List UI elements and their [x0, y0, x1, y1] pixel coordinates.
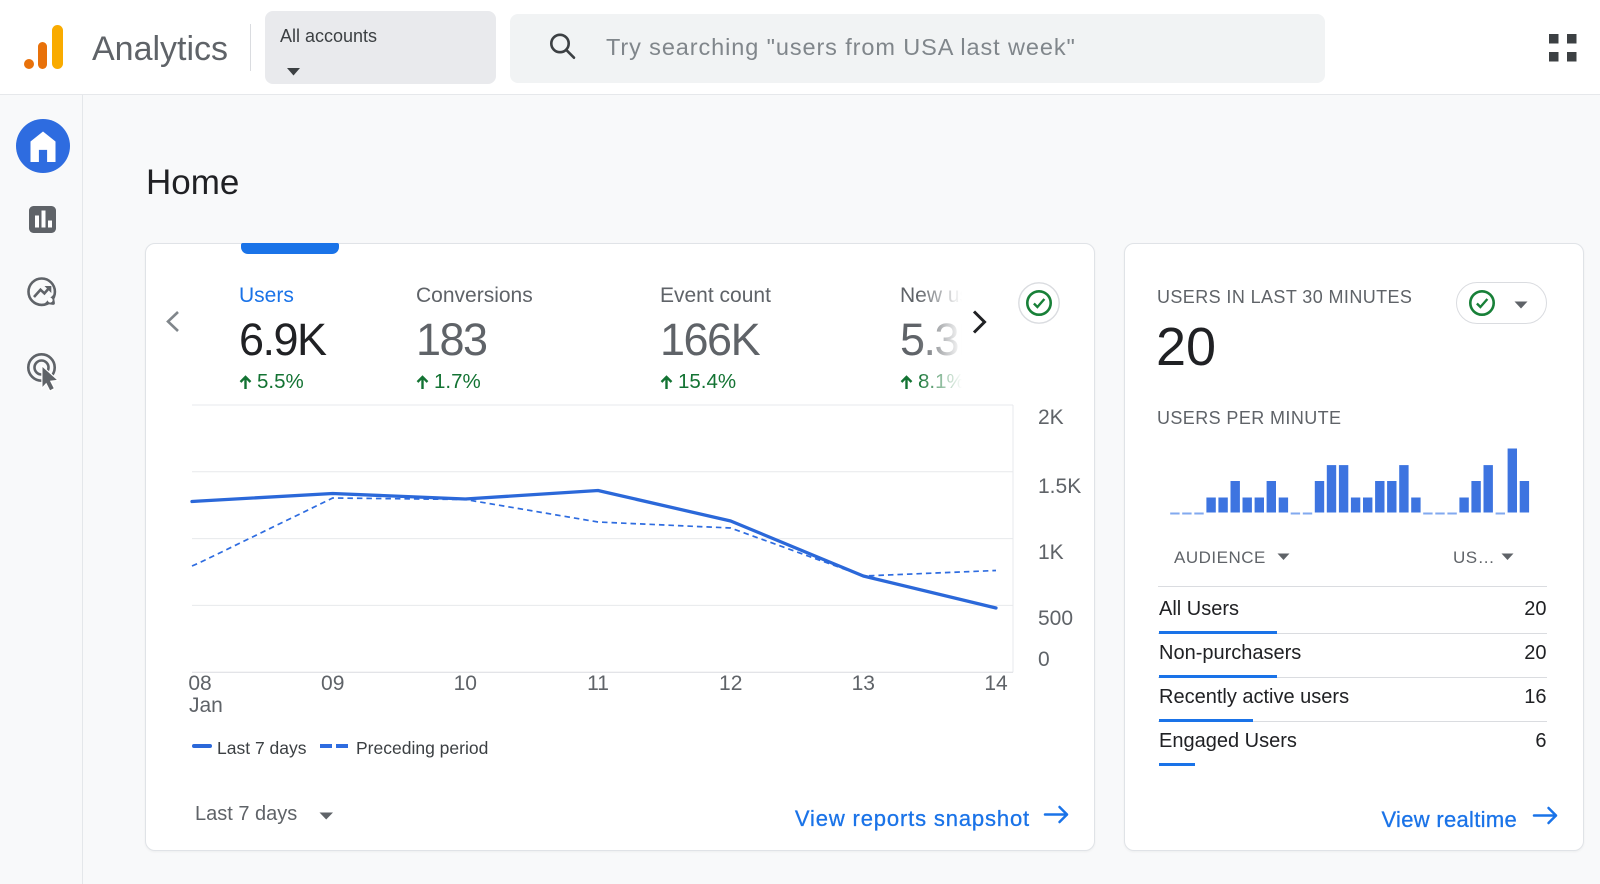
- svg-text:12: 12: [719, 672, 742, 695]
- svg-text:500: 500: [1038, 607, 1073, 630]
- svg-text:2K: 2K: [1038, 406, 1064, 429]
- svg-text:0: 0: [1038, 648, 1050, 671]
- svg-text:10: 10: [454, 672, 477, 695]
- svg-text:1K: 1K: [1038, 541, 1064, 564]
- svg-text:13: 13: [852, 672, 875, 695]
- svg-text:14: 14: [984, 672, 1008, 695]
- svg-text:09: 09: [321, 672, 344, 695]
- svg-text:11: 11: [587, 672, 609, 695]
- svg-text:1.5K: 1.5K: [1038, 475, 1081, 498]
- svg-text:08: 08: [188, 672, 211, 695]
- svg-text:Jan: Jan: [189, 694, 223, 717]
